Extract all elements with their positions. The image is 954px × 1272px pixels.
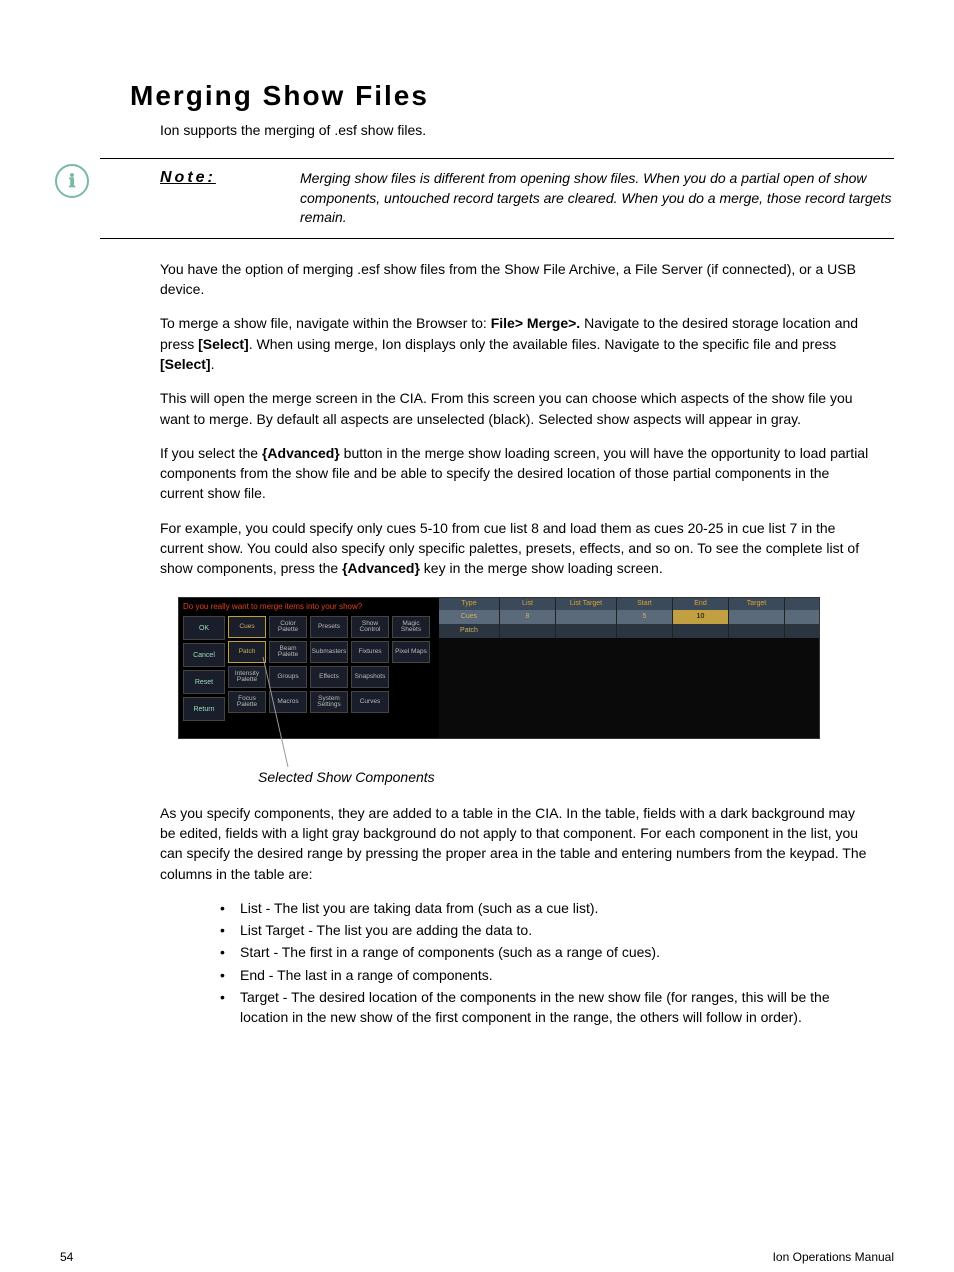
column-header: List Target <box>556 598 617 610</box>
component-curves[interactable]: Curves <box>351 691 389 713</box>
list-item: Start - The first in a range of componen… <box>210 942 874 962</box>
paragraph: To merge a show file, navigate within th… <box>160 313 874 374</box>
figure-caption: Selected Show Components <box>258 769 874 785</box>
ok-button[interactable]: OK <box>183 616 225 640</box>
component-magic-sheets[interactable]: Magic Sheets <box>392 616 430 638</box>
cancel-button[interactable]: Cancel <box>183 643 225 667</box>
page-footer: 54 Ion Operations Manual <box>0 1250 954 1264</box>
note-text: Merging show files is different from ope… <box>300 169 894 228</box>
paragraph: You have the option of merging .esf show… <box>160 259 874 300</box>
component-submasters[interactable]: Submasters <box>310 641 348 663</box>
paragraph: If you select the {Advanced} button in t… <box>160 443 874 504</box>
page-number: 54 <box>60 1250 73 1264</box>
note-label: Note: <box>160 169 300 228</box>
component-groups[interactable]: Groups <box>269 666 307 688</box>
reset-button[interactable]: Reset <box>183 670 225 694</box>
component-macros[interactable]: Macros <box>269 691 307 713</box>
paragraph: This will open the merge screen in the C… <box>160 388 874 429</box>
note-block: ℹ Note: Merging show files is different … <box>100 158 894 239</box>
component-effects[interactable]: Effects <box>310 666 348 688</box>
page-title: Merging Show Files <box>130 80 894 112</box>
component-intensity-palette[interactable]: Intensity Palette <box>228 666 266 688</box>
column-header: Start <box>617 598 673 610</box>
table-row[interactable]: Patch <box>439 624 819 638</box>
doc-title: Ion Operations Manual <box>773 1250 894 1264</box>
list-item: List Target - The list you are adding th… <box>210 920 874 940</box>
component-cues[interactable]: Cues <box>228 616 266 638</box>
column-header: Target <box>729 598 785 610</box>
column-header: End <box>673 598 729 610</box>
component-snapshots[interactable]: Snapshots <box>351 666 389 688</box>
list-item: Target - The desired location of the com… <box>210 987 874 1028</box>
table-row[interactable]: Cues8510 <box>439 610 819 624</box>
component-color-palette[interactable]: Color Palette <box>269 616 307 638</box>
component-beam-palette[interactable]: Beam Palette <box>269 641 307 663</box>
component-patch[interactable]: Patch <box>228 641 266 663</box>
column-header: List <box>500 598 556 610</box>
intro-text: Ion supports the merging of .esf show fi… <box>160 122 894 138</box>
merge-prompt: Do you really want to merge items into y… <box>183 602 435 612</box>
component-system-settings[interactable]: System Settings <box>310 691 348 713</box>
paragraph: For example, you could specify only cues… <box>160 518 874 579</box>
paragraph: As you specify components, they are adde… <box>160 803 874 884</box>
component-focus-palette[interactable]: Focus Palette <box>228 691 266 713</box>
list-item: End - The last in a range of components. <box>210 965 874 985</box>
merge-screenshot: Do you really want to merge items into y… <box>178 597 874 785</box>
component-presets[interactable]: Presets <box>310 616 348 638</box>
component-pixel-maps[interactable]: Pixel Maps <box>392 641 430 663</box>
component-show-control[interactable]: Show Control <box>351 616 389 638</box>
list-item: List - The list you are taking data from… <box>210 898 874 918</box>
return-button[interactable]: Return <box>183 697 225 721</box>
column-list: List - The list you are taking data from… <box>210 898 874 1028</box>
column-header: Type <box>439 598 500 610</box>
component-fixtures[interactable]: Fixtures <box>351 641 389 663</box>
info-icon: ℹ <box>55 164 89 198</box>
